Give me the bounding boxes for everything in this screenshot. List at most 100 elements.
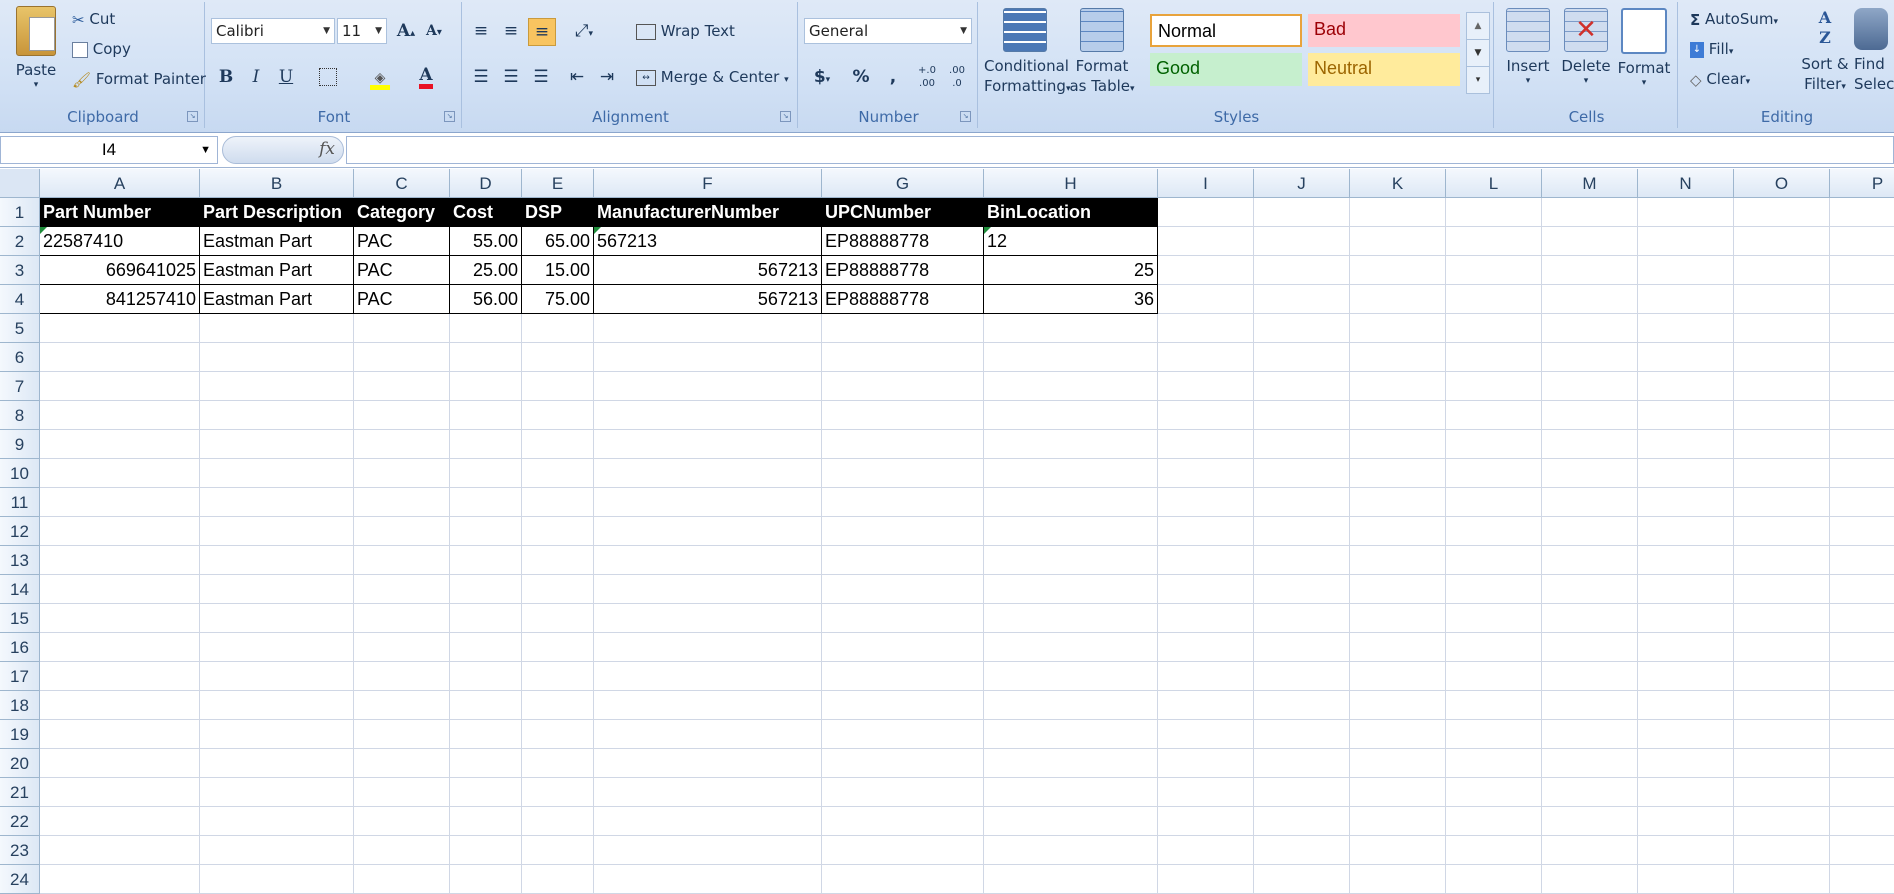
cell-h22[interactable] [984,807,1158,836]
cell-m17[interactable] [1542,662,1638,691]
cut-button[interactable]: ✂ Cut [72,10,115,29]
cell-b4[interactable]: Eastman Part [200,285,354,314]
autosum-button[interactable]: Σ AutoSum▾ [1690,10,1778,29]
cell-i7[interactable] [1158,372,1254,401]
cell-l13[interactable] [1446,546,1542,575]
cell-o7[interactable] [1734,372,1830,401]
cell-a17[interactable] [40,662,200,691]
cell-p6[interactable] [1830,343,1894,372]
font-launcher-icon[interactable]: ↘ [444,111,455,122]
cell-b3[interactable]: Eastman Part [200,256,354,285]
row-header-9[interactable]: 9 [0,430,40,459]
cell-l5[interactable] [1446,314,1542,343]
percent-button[interactable]: % [848,64,874,90]
cell-n22[interactable] [1638,807,1734,836]
cell-m1[interactable] [1542,198,1638,227]
cell-b8[interactable] [200,401,354,430]
cell-k16[interactable] [1350,633,1446,662]
cell-e23[interactable] [522,836,594,865]
cell-c12[interactable] [354,517,450,546]
cell-i19[interactable] [1158,720,1254,749]
cell-j21[interactable] [1254,778,1350,807]
cell-f24[interactable] [594,865,822,894]
column-header-m[interactable]: M [1542,169,1638,198]
align-left-button[interactable]: ☰ [468,64,494,90]
cell-l20[interactable] [1446,749,1542,778]
cell-d19[interactable] [450,720,522,749]
cell-n7[interactable] [1638,372,1734,401]
cell-e18[interactable] [522,691,594,720]
row-header-11[interactable]: 11 [0,488,40,517]
cell-d23[interactable] [450,836,522,865]
cell-b19[interactable] [200,720,354,749]
cell-k17[interactable] [1350,662,1446,691]
row-header-24[interactable]: 24 [0,865,40,894]
cell-e12[interactable] [522,517,594,546]
cell-k19[interactable] [1350,720,1446,749]
row-header-1[interactable]: 1 [0,198,40,227]
cell-n18[interactable] [1638,691,1734,720]
cell-k9[interactable] [1350,430,1446,459]
cell-m4[interactable] [1542,285,1638,314]
cell-h14[interactable] [984,575,1158,604]
cell-a22[interactable] [40,807,200,836]
cell-k15[interactable] [1350,604,1446,633]
cell-n24[interactable] [1638,865,1734,894]
font-color-button[interactable]: A [413,64,439,90]
cell-o6[interactable] [1734,343,1830,372]
column-header-l[interactable]: L [1446,169,1542,198]
cell-e9[interactable] [522,430,594,459]
row-header-10[interactable]: 10 [0,459,40,488]
cell-g6[interactable] [822,343,984,372]
cell-d13[interactable] [450,546,522,575]
cell-j11[interactable] [1254,488,1350,517]
column-header-o[interactable]: O [1734,169,1830,198]
formula-input[interactable] [346,136,1894,164]
cell-l14[interactable] [1446,575,1542,604]
column-header-c[interactable]: C [354,169,450,198]
cell-p11[interactable] [1830,488,1894,517]
row-header-8[interactable]: 8 [0,401,40,430]
cell-k13[interactable] [1350,546,1446,575]
cell-d17[interactable] [450,662,522,691]
cell-l6[interactable] [1446,343,1542,372]
cell-o8[interactable] [1734,401,1830,430]
cell-l21[interactable] [1446,778,1542,807]
cell-b13[interactable] [200,546,354,575]
cell-l1[interactable] [1446,198,1542,227]
cell-g7[interactable] [822,372,984,401]
cell-p10[interactable] [1830,459,1894,488]
cell-c19[interactable] [354,720,450,749]
increase-indent-button[interactable]: ⇥ [594,64,620,90]
cell-a24[interactable] [40,865,200,894]
cell-p13[interactable] [1830,546,1894,575]
cell-j12[interactable] [1254,517,1350,546]
alignment-launcher-icon[interactable]: ↘ [780,111,791,122]
cell-m10[interactable] [1542,459,1638,488]
cell-a6[interactable] [40,343,200,372]
cell-j20[interactable] [1254,749,1350,778]
cell-k24[interactable] [1350,865,1446,894]
cell-k5[interactable] [1350,314,1446,343]
cell-f18[interactable] [594,691,822,720]
cell-h1[interactable]: BinLocation [984,198,1158,227]
format-painter-button[interactable]: 🖌 Format Painter [72,70,206,89]
currency-button[interactable]: $▾ [804,64,840,90]
cell-d24[interactable] [450,865,522,894]
cell-o20[interactable] [1734,749,1830,778]
cell-f20[interactable] [594,749,822,778]
cell-l9[interactable] [1446,430,1542,459]
wrap-text-button[interactable]: Wrap Text [636,22,735,40]
cell-g4[interactable]: EP88888778 [822,285,984,314]
chevron-down-icon[interactable]: ▼ [200,137,211,163]
cell-o9[interactable] [1734,430,1830,459]
column-header-a[interactable]: A [40,169,200,198]
cell-d9[interactable] [450,430,522,459]
cell-j4[interactable] [1254,285,1350,314]
cell-m9[interactable] [1542,430,1638,459]
cell-l15[interactable] [1446,604,1542,633]
cell-o18[interactable] [1734,691,1830,720]
cell-j22[interactable] [1254,807,1350,836]
cell-j24[interactable] [1254,865,1350,894]
cell-o14[interactable] [1734,575,1830,604]
